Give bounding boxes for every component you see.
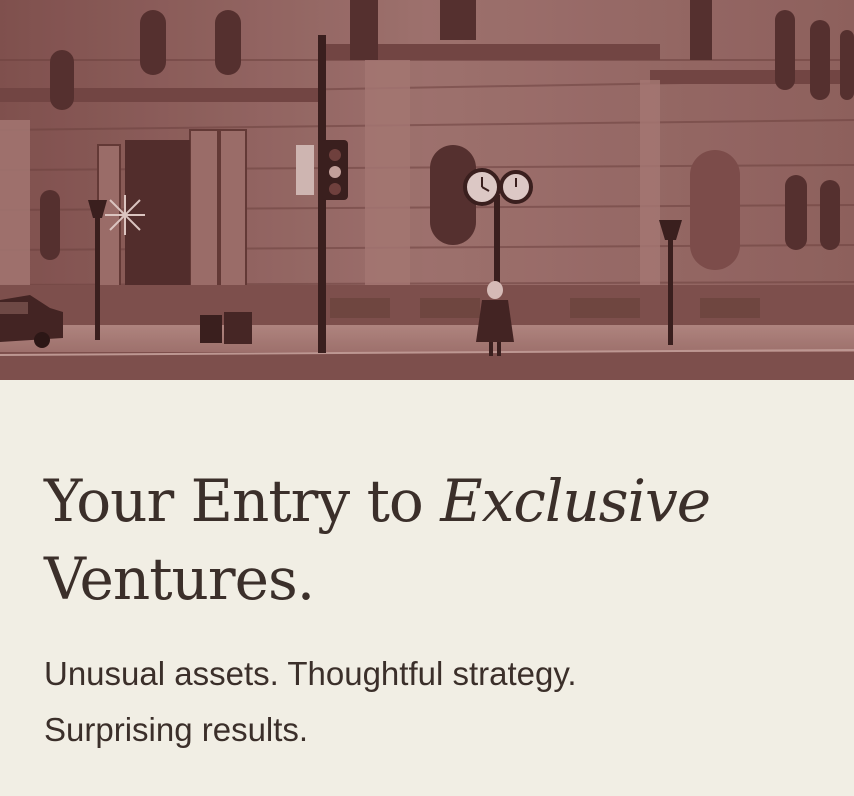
headline-part2: Ventures. xyxy=(44,545,315,613)
headline-emphasis: Exclusive xyxy=(440,467,711,535)
subline-line1: Unusual assets. Thoughtful strategy. xyxy=(44,655,577,692)
subline-line2: Surprising results. xyxy=(44,711,309,748)
page-headline: Your Entry to Exclusive Ventures. xyxy=(44,462,834,618)
hero-image xyxy=(0,0,854,380)
building-photo-icon xyxy=(0,0,854,380)
headline-part1: Your Entry to xyxy=(44,467,441,535)
hero-text: Your Entry to Exclusive Ventures. Unusual… xyxy=(44,462,834,758)
landing-page: Your Entry to Exclusive Ventures. Unusual… xyxy=(0,0,854,796)
page-subheadline: Unusual assets. Thoughtful strategy. Surp… xyxy=(44,646,744,758)
